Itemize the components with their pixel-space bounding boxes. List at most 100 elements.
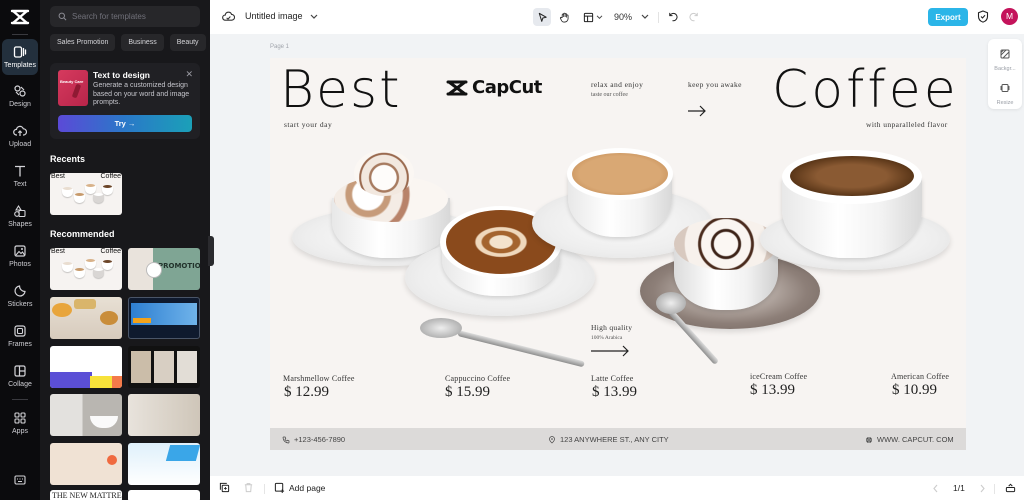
thumb-text: Coffee	[100, 248, 122, 255]
capcut-logo-icon[interactable]	[10, 8, 30, 26]
rail-item-label: Text	[13, 181, 27, 188]
rail-item-stickers[interactable]: Stickers	[2, 278, 38, 314]
product-name[interactable]: iceCream Coffee	[750, 372, 807, 381]
rail-item-design[interactable]: Design	[2, 78, 38, 114]
chip-business[interactable]: Business	[121, 34, 164, 51]
rail-item-frames[interactable]: Frames	[2, 318, 38, 354]
rail-item-label: Shapes	[8, 221, 32, 228]
select-tool-button[interactable]	[533, 8, 551, 26]
product-price[interactable]: $ 13.99	[750, 382, 795, 399]
undo-icon[interactable]	[667, 11, 678, 22]
tagline-keep-awake[interactable]: keep you awake	[688, 80, 742, 89]
headline-coffee[interactable]: Coffee	[772, 60, 959, 120]
headline-best[interactable]: Best	[280, 60, 402, 120]
layout-dropdown-button[interactable]	[580, 8, 606, 26]
panel-collapse-handle[interactable]	[208, 236, 214, 266]
template-thumbnail[interactable]	[128, 394, 200, 436]
thumb-text: THE NEW MATTRESS	[52, 491, 122, 500]
template-thumbnail[interactable]	[50, 297, 122, 339]
rail-item-apps[interactable]: Apps	[2, 405, 38, 441]
chevron-down-icon[interactable]	[641, 14, 649, 20]
arabica-label[interactable]: 100% Arabica	[591, 335, 622, 341]
chevron-down-icon[interactable]	[310, 14, 318, 20]
product-name[interactable]: Cappuccino Coffee	[445, 374, 510, 383]
collapse-pages-icon[interactable]	[1005, 482, 1016, 493]
add-page-button[interactable]: Add page	[274, 482, 325, 493]
keyboard-shortcuts-button[interactable]	[2, 462, 38, 498]
tagline-relax[interactable]: relax and enjoy	[591, 80, 643, 89]
rail-item-upload[interactable]: Upload	[2, 118, 38, 154]
capcut-brand-logo[interactable]: CapCut	[446, 77, 542, 98]
template-thumbnail[interactable]	[128, 443, 200, 485]
product-price[interactable]: $ 13.99	[592, 384, 637, 401]
search-input[interactable]	[72, 12, 192, 21]
recents-heading: Recents	[50, 154, 86, 164]
template-thumbnail[interactable]	[128, 346, 200, 388]
subtitle-start-your-day[interactable]: start your day	[284, 120, 332, 129]
chip-sales-promotion[interactable]: Sales Promotion	[50, 34, 116, 51]
close-icon[interactable]: ✕	[185, 69, 193, 80]
side-tool-label: Backgr...	[994, 66, 1016, 72]
rail-item-label: Upload	[8, 141, 32, 148]
template-thumbnail[interactable]: Best Coffee	[50, 248, 122, 290]
toolbar-divider	[994, 484, 995, 494]
food-graphic	[52, 303, 72, 317]
template-thumbnail[interactable]	[128, 297, 200, 339]
user-avatar[interactable]: M	[1001, 8, 1018, 25]
duplicate-page-button[interactable]	[219, 482, 230, 493]
capcut-logo-icon	[446, 80, 468, 95]
resize-tool[interactable]: Resize	[988, 80, 1022, 106]
product-name[interactable]: American Coffee	[891, 372, 949, 381]
template-thumbnail[interactable]	[128, 490, 200, 500]
spoon	[457, 330, 585, 368]
previous-page-icon[interactable]	[932, 484, 939, 493]
black-coffee	[790, 156, 914, 196]
template-search[interactable]	[50, 6, 200, 27]
rail-divider	[12, 34, 28, 35]
rail-item-collage[interactable]: Collage	[2, 358, 38, 394]
delete-page-button[interactable]	[243, 482, 254, 493]
product-name[interactable]: Marshmellow Coffee	[283, 374, 355, 383]
template-thumbnail[interactable]: Best Coffee	[50, 173, 122, 215]
cloud-sync-icon[interactable]	[222, 10, 235, 23]
zoom-level[interactable]: 90%	[614, 12, 632, 22]
product-name[interactable]: Latte Coffee	[591, 374, 633, 383]
rail-item-label: Frames	[8, 341, 32, 348]
rail-item-shapes[interactable]: Shapes	[2, 198, 38, 234]
rail-item-templates[interactable]: Templates	[2, 39, 38, 75]
template-thumbnail[interactable]	[50, 346, 122, 388]
redo-icon[interactable]	[689, 11, 700, 22]
rail-item-photos[interactable]: Photos	[2, 238, 38, 274]
add-page-label: Add page	[289, 482, 326, 493]
design-canvas[interactable]: Best start your day CapCut relax and enj…	[270, 58, 966, 450]
upload-icon	[13, 125, 27, 136]
product-price[interactable]: $ 12.99	[284, 384, 329, 401]
background-tool[interactable]: Backgr...	[988, 46, 1022, 72]
export-button[interactable]: Export	[928, 8, 968, 26]
subtitle-unparalleled[interactable]: with unparalleled flavor	[866, 120, 948, 129]
templates-icon	[13, 46, 27, 58]
tagline-taste[interactable]: taste our coffee	[591, 92, 628, 98]
rail-item-text[interactable]: Text	[2, 158, 38, 194]
marshmallow-topping	[354, 150, 414, 196]
contact-footer[interactable]: +123-456-7890 123 ANYWHERE ST., ANY CITY…	[270, 428, 966, 450]
hand-tool-button[interactable]	[555, 8, 573, 26]
template-thumbnail[interactable]	[50, 443, 122, 485]
shield-check-icon[interactable]	[977, 10, 989, 23]
product-price[interactable]: $ 10.99	[892, 382, 937, 399]
template-thumbnail[interactable]	[50, 394, 122, 436]
recommended-heading: Recommended	[50, 229, 115, 239]
rail-item-label: Design	[9, 101, 31, 108]
document-title[interactable]: Untitled image	[245, 11, 303, 21]
template-thumbnail[interactable]: THE NEW MATTRESS	[50, 490, 122, 500]
high-quality-label[interactable]: High quality	[591, 323, 632, 332]
product-price[interactable]: $ 15.99	[445, 384, 490, 401]
rail-item-label: Templates	[4, 62, 36, 69]
page-label: Page 1	[270, 44, 290, 50]
template-thumbnail[interactable]: PROMOTION	[128, 248, 200, 290]
try-button[interactable]: Try →	[58, 115, 192, 132]
chip-beauty[interactable]: Beauty	[169, 34, 206, 51]
next-page-icon[interactable]	[979, 484, 986, 493]
left-rail: Templates Design Upload Text Shapes Phot…	[0, 0, 40, 500]
phone-number: +123-456-7890	[294, 435, 346, 444]
